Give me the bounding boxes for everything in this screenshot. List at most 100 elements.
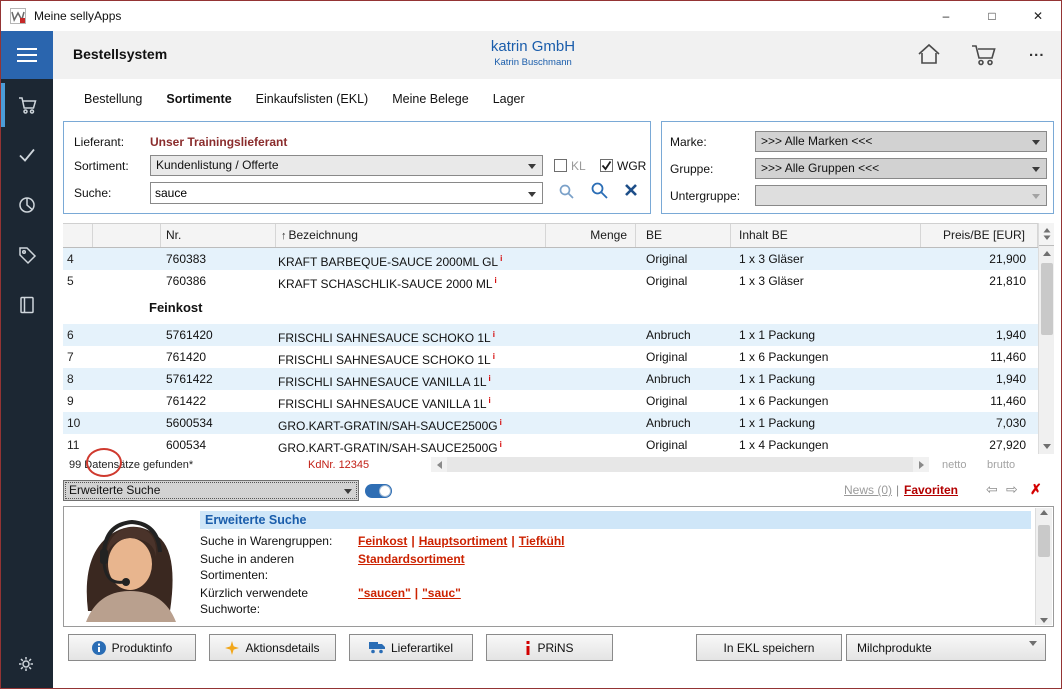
table-row[interactable]: 4 760383 KRAFT BARBEQUE-SAUCE 2000ML GLi… [63,248,1038,270]
link-tiefkuehl[interactable]: Tiefkühl [519,534,565,548]
minimize-button[interactable]: – [923,1,969,31]
news-link[interactable]: News (0) [844,483,892,497]
cell-menge[interactable] [546,324,636,346]
scrollbar-thumb[interactable] [1041,263,1053,335]
info-marker-icon[interactable]: i [500,440,502,449]
marke-dropdown[interactable]: >>> Alle Marken <<< [755,131,1047,152]
more-options-button[interactable]: ... [1029,43,1045,60]
cell-menge[interactable] [546,412,636,434]
col-header-bezeichnung[interactable]: ↑Bezeichnung [276,224,546,247]
tab-einkaufslisten[interactable]: Einkaufslisten (EKL) [256,79,369,119]
cell-menge[interactable] [546,390,636,412]
infopanel-scrollbar[interactable] [1035,508,1052,625]
search-combobox[interactable] [150,182,543,204]
table-row[interactable]: 9 761422 FRISCHLI SAHNESAUCE VANILLA 1Li… [63,390,1038,412]
table-row[interactable]: 7 761420 FRISCHLI SAHNESAUCE SCHOKO 1Li … [63,346,1038,368]
col-header-be[interactable]: BE [636,224,731,247]
scroll-up-button[interactable] [1036,510,1052,515]
scroll-down-button[interactable] [1036,618,1052,623]
search-button[interactable] [590,181,609,203]
table-row[interactable]: 8 5761422 FRISCHLI SAHNESAUCE VANILLA 1L… [63,368,1038,390]
table-row[interactable]: 5 760386 KRAFT SCHASCHLIK-SAUCE 2000 MLi… [63,270,1038,292]
prins-button[interactable]: PRiNS [486,634,613,661]
cell-be: Anbruch [636,368,731,390]
quick-search-button[interactable] [558,183,575,203]
info-marker-icon[interactable]: i [489,396,491,405]
sidebar-item-cart[interactable] [16,94,38,116]
table-vertical-scrollbar[interactable] [1038,223,1054,454]
home-button[interactable] [916,42,942,69]
sidebar-item-catalog[interactable] [16,294,38,316]
user-name: Katrin Buschmann [433,57,633,68]
scroll-up-button[interactable] [1039,246,1054,261]
info-marker-icon[interactable]: i [493,330,495,339]
close-panel-button[interactable]: ✗ [1030,481,1042,498]
link-standardsortiment[interactable]: Standardsortiment [358,552,465,566]
favoriten-link[interactable]: Favoriten [904,483,958,497]
cell-menge[interactable] [546,368,636,390]
cell-menge[interactable] [546,270,636,292]
kl-checkbox[interactable] [554,159,567,172]
sidebar-item-statistics[interactable] [16,194,38,216]
tab-meine-belege[interactable]: Meine Belege [392,79,468,119]
wgr-checkbox[interactable] [600,159,613,172]
scroll-left-button[interactable] [431,457,447,472]
lieferartikel-button[interactable]: Lieferartikel [349,634,473,661]
tab-sortimente[interactable]: Sortimente [166,79,231,119]
brutto-toggle[interactable]: brutto [987,459,1015,471]
menu-button[interactable] [1,31,53,79]
info-marker-icon[interactable]: i [489,374,491,383]
cell-menge[interactable] [546,248,636,270]
table-horizontal-scrollbar[interactable] [431,457,929,472]
scroll-right-button[interactable] [913,457,929,472]
in-ekl-speichern-button[interactable]: In EKL speichern [696,634,842,661]
link-saucen[interactable]: "saucen" [358,586,411,600]
table-row[interactable]: 10 5600534 GRO.KART-GRATIN/SAH-SAUCE2500… [63,412,1038,434]
link-hauptsortiment[interactable]: Hauptsortiment [419,534,508,548]
cell-inhalt: 1 x 6 Packungen [731,346,921,368]
table-row[interactable]: 11 600534 GRO.KART-GRATIN/SAH-SAUCE2500G… [63,434,1038,456]
sidebar-item-offers[interactable] [16,244,38,266]
close-button[interactable]: ✕ [1015,1,1061,31]
nav-back-button[interactable]: ⇦ [986,481,998,498]
scrollbar-track[interactable] [447,457,913,472]
info-marker-icon[interactable]: i [500,254,502,263]
scrollbar-thumb[interactable] [1038,525,1050,557]
produktinfo-button[interactable]: Produktinfo [68,634,196,661]
link-feinkost[interactable]: Feinkost [358,534,407,548]
sidebar-item-orders[interactable] [16,144,38,166]
table-row[interactable]: 6 5761420 FRISCHLI SAHNESAUCE SCHOKO 1Li… [63,324,1038,346]
ekl-label: In EKL speichern [724,641,815,655]
col-header-preis[interactable]: Preis/BE [EUR] [921,224,1038,247]
netto-toggle[interactable]: netto [942,459,966,471]
cell-menge[interactable] [546,434,636,456]
panel-selector-dropdown[interactable]: Erweiterte Suche [63,480,359,501]
cell-menge[interactable] [546,346,636,368]
lieferant-value: Unser Trainingslieferant [150,135,287,149]
info-marker-icon[interactable]: i [493,352,495,361]
row-number: 9 [63,390,93,412]
column-menu-icon[interactable] [1039,223,1054,246]
table-header-row: Nr. ↑Bezeichnung Menge BE Inhalt BE Prei… [63,223,1038,248]
group-header-feinkost[interactable]: Feinkost [63,292,1038,324]
info-marker-icon[interactable]: i [500,418,502,427]
advanced-search-toggle[interactable] [365,484,392,498]
col-header-menge[interactable]: Menge [546,224,636,247]
gruppe-dropdown[interactable]: >>> Alle Gruppen <<< [755,158,1047,179]
col-header-inhalt[interactable]: Inhalt BE [731,224,921,247]
aktionsdetails-button[interactable]: Aktionsdetails [209,634,336,661]
col-header-nr[interactable]: Nr. [161,224,276,247]
tab-bestellung[interactable]: Bestellung [84,79,142,119]
maximize-button[interactable]: □ [969,1,1015,31]
info-marker-icon[interactable]: i [495,276,497,285]
link-sauc[interactable]: "sauc" [422,586,461,600]
scroll-down-button[interactable] [1039,439,1054,454]
tab-lager[interactable]: Lager [493,79,525,119]
clear-search-button[interactable] [624,183,638,200]
sortiment-dropdown[interactable]: Kundenlistung / Offerte [150,155,543,176]
settings-button[interactable] [16,654,36,677]
nav-forward-button[interactable]: ⇨ [1006,481,1018,498]
header-cart-button[interactable] [969,42,999,70]
milchprodukte-dropdown-button[interactable]: Milchprodukte [846,634,1046,661]
search-input[interactable] [151,183,520,203]
